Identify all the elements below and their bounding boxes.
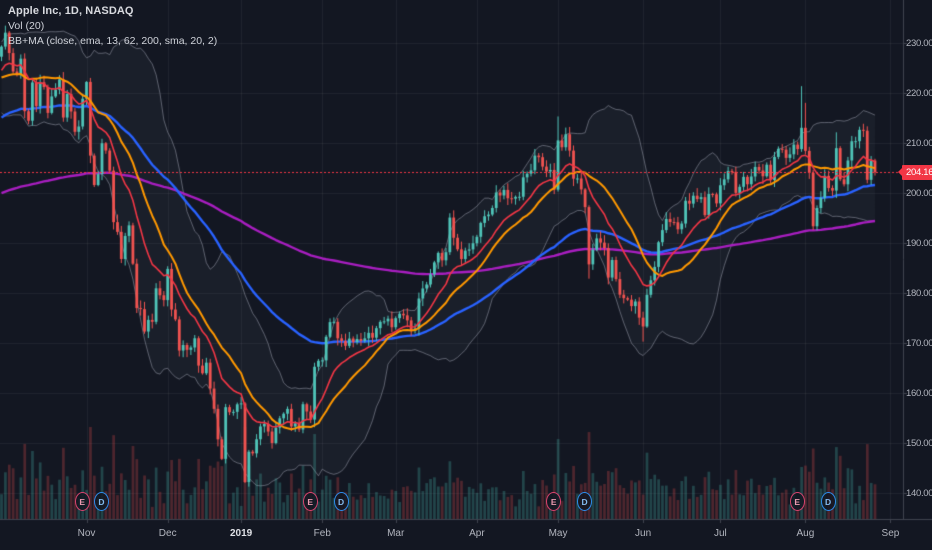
tradingview-chart: Apple Inc, 1D, NASDAQ Vol (20) BB+MA (cl… <box>0 0 932 550</box>
price-tick-label: 220.00 <box>906 88 932 99</box>
price-tick-label: 200.00 <box>906 188 932 199</box>
dividend-badge[interactable]: D <box>577 492 593 511</box>
time-tick-label: 2019 <box>230 528 253 539</box>
price-tick-label: 210.00 <box>906 138 932 149</box>
price-tick-label: 230.00 <box>906 38 932 49</box>
dividend-badge[interactable]: D <box>333 492 349 511</box>
time-tick-label: Aug <box>796 528 815 539</box>
chart-legend: Apple Inc, 1D, NASDAQ Vol (20) BB+MA (cl… <box>8 5 217 47</box>
dividend-badge[interactable]: D <box>820 492 836 511</box>
price-axis[interactable]: 230.00 220.00 210.00 200.00 190.00 180.00 170.… <box>903 0 932 519</box>
time-tick-label: Feb <box>313 528 331 539</box>
time-axis[interactable]: Nov Dec 2019 Feb Mar Apr May Jun Jul Aug Sep <box>0 521 932 550</box>
bbma-indicator-label[interactable]: BB+MA (close, ema, 13, 62, 200, sma, 20,… <box>8 35 217 47</box>
price-tick-label: 150.00 <box>906 438 932 449</box>
candlestick-chart-canvas[interactable] <box>0 0 932 550</box>
price-tick-label: 190.00 <box>906 238 932 249</box>
price-tick-label: 170.00 <box>906 338 932 349</box>
earnings-badge[interactable]: E <box>789 492 805 511</box>
symbol-title[interactable]: Apple Inc, 1D, NASDAQ <box>8 5 217 17</box>
price-tick-label: 180.00 <box>906 288 932 299</box>
dividend-badge[interactable]: D <box>93 492 109 511</box>
time-tick-label: Mar <box>387 528 405 539</box>
price-tick-label: 140.00 <box>906 488 932 499</box>
price-tick-label: 160.00 <box>906 388 932 399</box>
time-tick-label: Jul <box>713 528 727 539</box>
time-tick-label: Apr <box>469 528 485 539</box>
earnings-badge[interactable]: E <box>74 492 90 511</box>
time-tick-label: Jun <box>635 528 652 539</box>
time-tick-label: Sep <box>881 528 900 539</box>
last-price-tag[interactable]: 204.16 <box>897 164 932 180</box>
time-tick-label: Dec <box>158 528 177 539</box>
volume-indicator-label[interactable]: Vol (20) <box>8 20 217 32</box>
earnings-badge[interactable]: E <box>302 492 318 511</box>
time-tick-label: Nov <box>77 528 96 539</box>
time-tick-label: May <box>548 528 568 539</box>
